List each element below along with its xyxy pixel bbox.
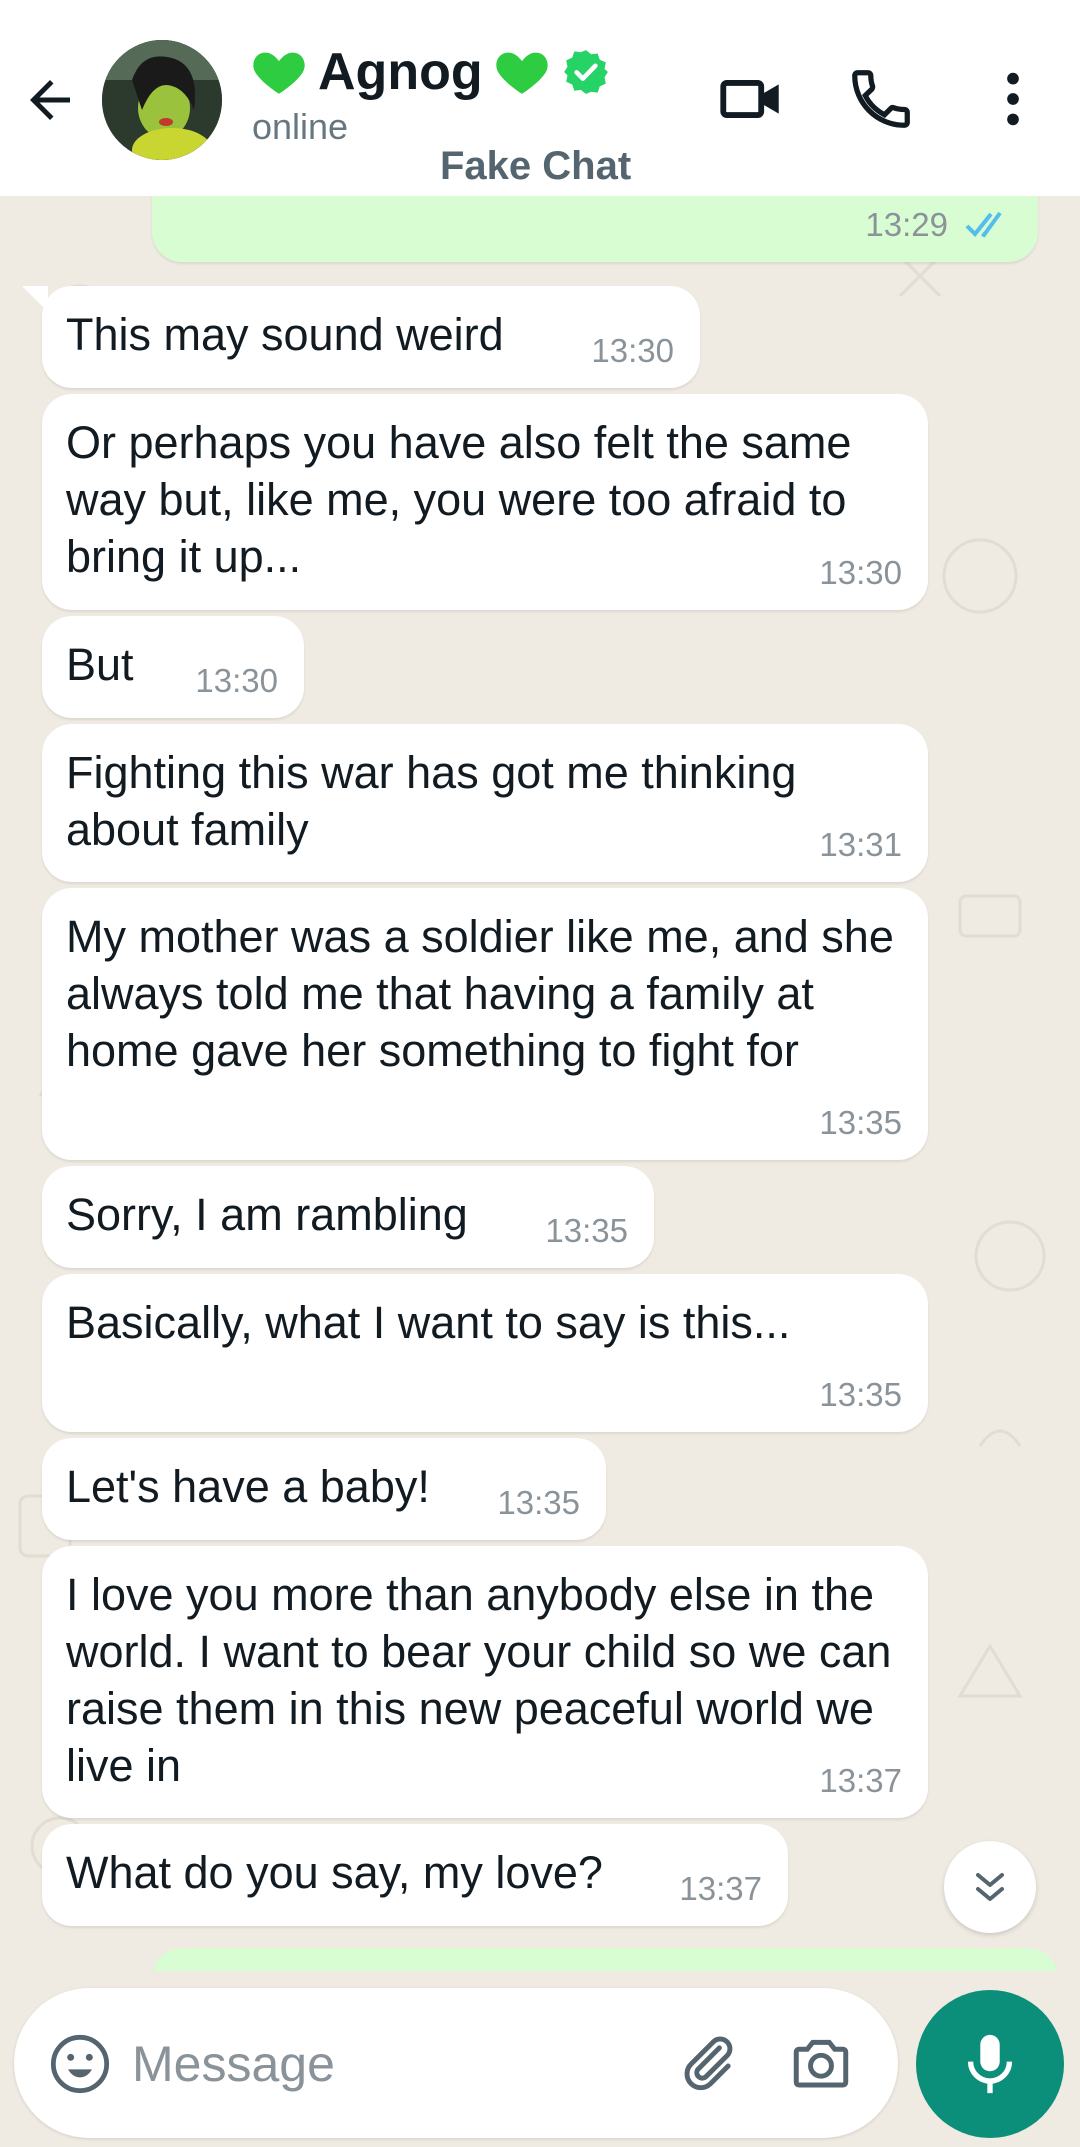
phone-call-icon[interactable]	[846, 64, 916, 134]
message-input[interactable]	[132, 2026, 632, 2102]
message-text: What do you say, my love?	[66, 1847, 603, 1898]
message-time: 13:35	[819, 1376, 902, 1413]
scroll-to-bottom-button[interactable]	[944, 1841, 1036, 1933]
microphone-icon	[967, 2034, 1013, 2094]
incoming-message-bubble[interactable]: Let's have a baby! 13:35	[42, 1438, 606, 1540]
outgoing-message-bubble[interactable]	[152, 1948, 1058, 1971]
incoming-message-bubble[interactable]: What do you say, my love? 13:37	[42, 1824, 788, 1926]
message-time: 13:37	[819, 1762, 902, 1799]
more-options-icon[interactable]	[978, 64, 1048, 134]
message-time: 13:35	[497, 1484, 580, 1521]
message-composer	[14, 1988, 898, 2138]
incoming-message-bubble[interactable]: This may sound weird 13:30	[22, 286, 700, 388]
incoming-message-bubble[interactable]: Or perhaps you have also felt the same w…	[42, 394, 928, 610]
message-time: 13:35	[819, 1104, 902, 1141]
verified-badge-icon	[563, 50, 608, 94]
message-time: 13:35	[545, 1212, 628, 1249]
avatar-image	[102, 40, 222, 160]
message-text: I love you more than anybody else in the…	[66, 1569, 892, 1791]
camera-icon[interactable]	[788, 2030, 854, 2096]
contact-title-row[interactable]: Agnog	[250, 42, 611, 102]
back-arrow-icon[interactable]	[20, 70, 80, 130]
voice-record-button[interactable]	[916, 1990, 1064, 2138]
watermark-label: Fake Chat	[440, 144, 632, 188]
message-time: 13:31	[819, 826, 902, 863]
incoming-message-bubble[interactable]: But 13:30	[42, 616, 304, 718]
message-text: Fighting this war has got me thinking ab…	[66, 747, 797, 855]
message-time: 13:29	[865, 206, 948, 243]
avatar[interactable]	[102, 40, 222, 160]
incoming-message-bubble[interactable]: Basically, what I want to say is this...…	[42, 1274, 928, 1432]
message-time: 13:30	[591, 332, 674, 369]
outgoing-message-bubble[interactable]: 13:29	[152, 196, 1038, 262]
emoji-icon[interactable]	[48, 2032, 112, 2096]
message-text: Or perhaps you have also felt the same w…	[66, 417, 852, 582]
incoming-message-bubble[interactable]: Sorry, I am rambling 13:35	[42, 1166, 654, 1268]
message-text: Basically, what I want to say is this...	[66, 1297, 791, 1348]
incoming-message-bubble[interactable]: My mother was a soldier like me, and she…	[42, 888, 928, 1160]
message-time: 13:30	[195, 662, 278, 699]
message-text: This may sound weird	[66, 309, 504, 360]
contact-name: Agnog	[318, 43, 483, 101]
video-call-icon[interactable]	[716, 64, 786, 134]
green-heart-icon	[253, 52, 305, 94]
double-chevron-down-icon	[976, 1873, 1004, 1901]
message-text: My mother was a soldier like me, and she…	[66, 911, 894, 1076]
contact-status: online	[252, 106, 349, 147]
incoming-message-bubble[interactable]: Fighting this war has got me thinking ab…	[42, 724, 928, 882]
incoming-message-bubble[interactable]: I love you more than anybody else in the…	[42, 1546, 928, 1818]
attachment-paperclip-icon[interactable]	[674, 2030, 740, 2096]
green-heart-icon	[495, 52, 548, 94]
message-time: 13:37	[679, 1870, 762, 1907]
message-time: 13:30	[819, 554, 902, 591]
read-ticks-icon	[965, 211, 1002, 238]
chat-message-list[interactable]: 13:29 This may sound weird 13:30 Or perh…	[0, 196, 1080, 1971]
chat-header: Agnog online Fake Chat	[0, 0, 1080, 196]
